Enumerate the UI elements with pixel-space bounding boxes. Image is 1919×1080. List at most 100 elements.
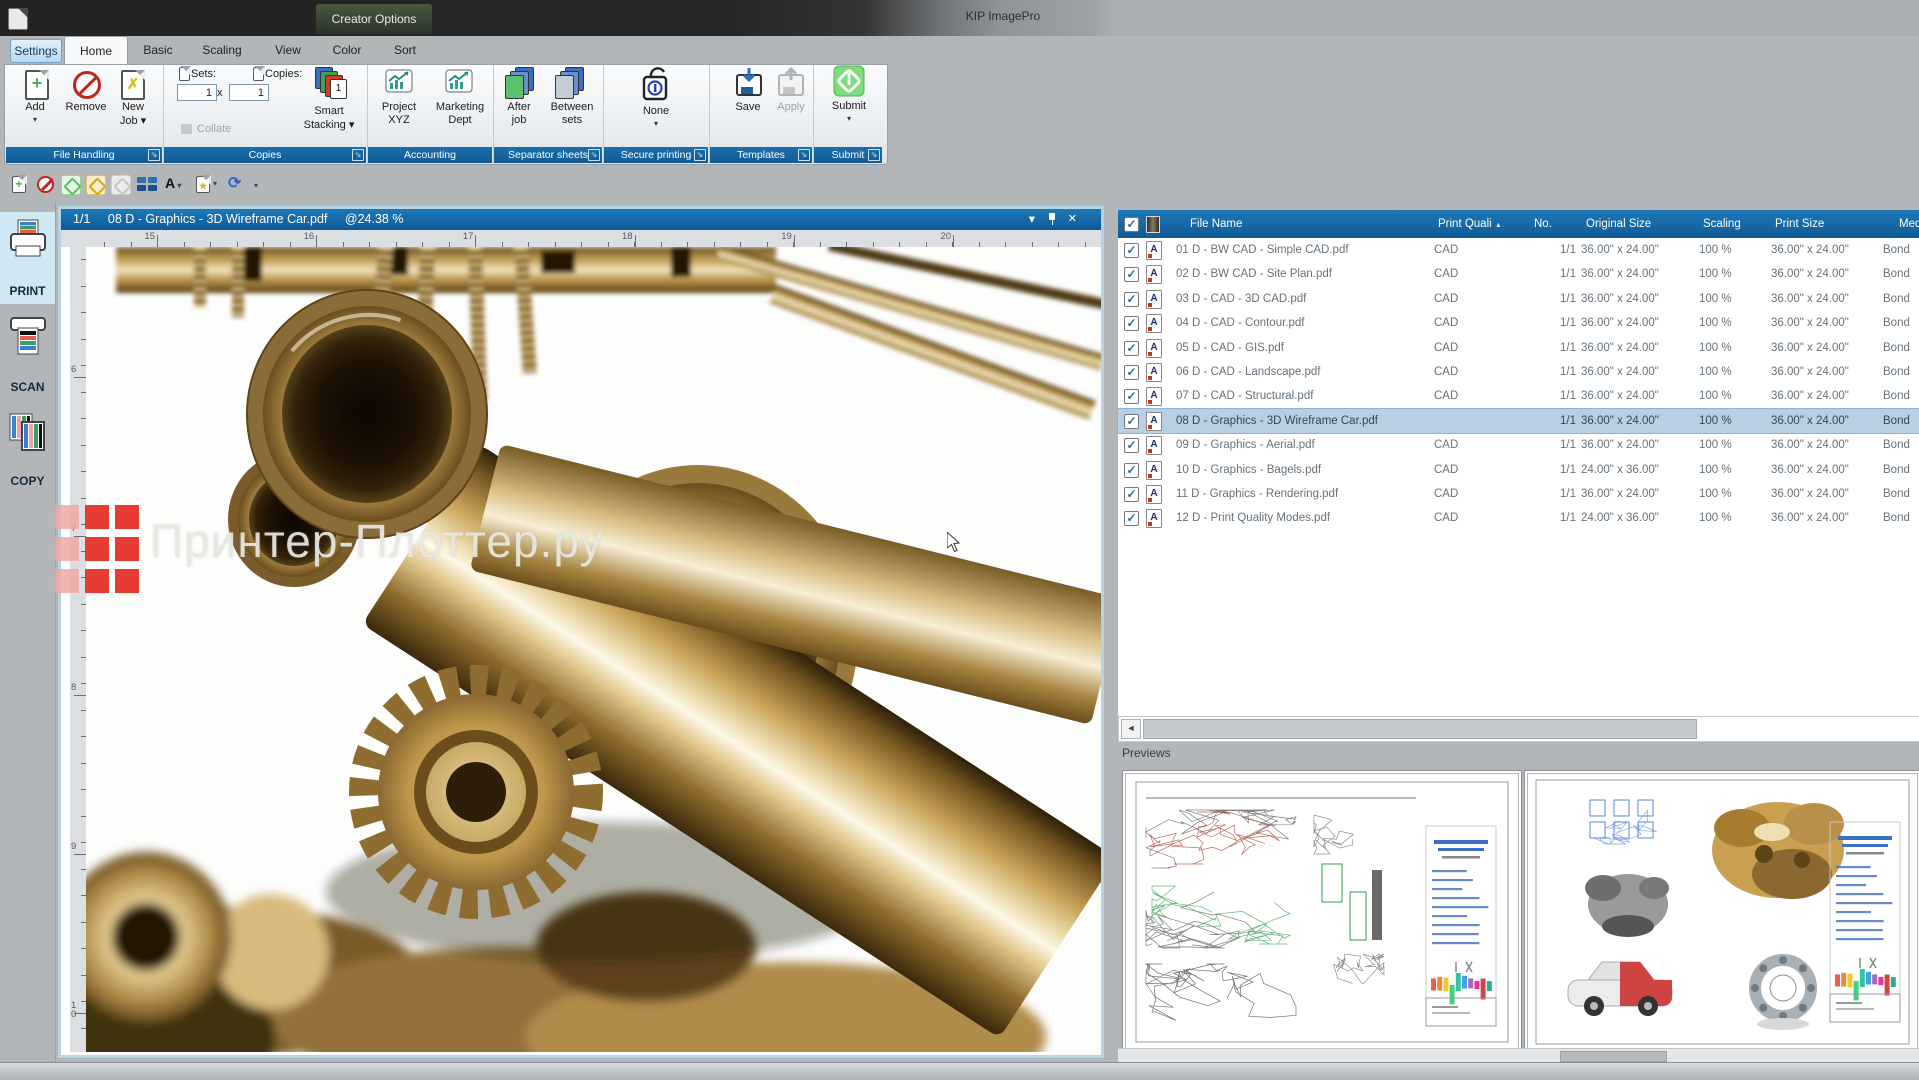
secure-printing-dialog-launcher[interactable]: ⇘: [694, 149, 706, 161]
ruler-v-label: 10: [71, 1001, 80, 1019]
sidebar-item-scan[interactable]: SCAN: [0, 308, 55, 400]
table-row[interactable]: ✓A06 D - CAD - Landscape.pdfCAD1/136.00"…: [1118, 360, 1919, 384]
cell-scaling: 100 %: [1699, 482, 1745, 506]
toolbar-submit-yellow-button[interactable]: [86, 175, 106, 195]
preview-file-name: 08 D - Graphics - 3D Wireframe Car.pdf: [108, 212, 328, 226]
table-row[interactable]: ✓A08 D - Graphics - 3D Wireframe Car.pdf…: [1118, 409, 1919, 433]
preview-thumbnail-1[interactable]: [1122, 770, 1522, 1054]
row-checkbox[interactable]: ✓: [1124, 487, 1139, 502]
row-checkbox[interactable]: ✓: [1124, 438, 1139, 453]
preview-thumbnail-2[interactable]: [1524, 770, 1919, 1054]
table-row[interactable]: ✓A03 D - CAD - 3D CAD.pdfCAD1/136.00" x …: [1118, 287, 1919, 311]
tab-color[interactable]: Color: [322, 36, 372, 64]
toolbar-template-doc-button[interactable]: ★ ▾: [196, 175, 222, 193]
header-scaling[interactable]: Scaling: [1703, 210, 1741, 238]
cell-media: Bond: [1883, 336, 1919, 360]
group-accounting: Project XYZ Marketing Dept Accounting: [367, 65, 494, 164]
preview-canvas[interactable]: [86, 247, 1101, 1052]
sidebar-item-copy[interactable]: COPY: [0, 402, 55, 494]
group-title-copies: Copies: [164, 147, 366, 163]
group-templates: Save Apply Templates ⇘: [709, 65, 814, 164]
cell-media: Bond: [1883, 409, 1919, 433]
header-file-name[interactable]: File Name: [1190, 210, 1242, 238]
tab-basic[interactable]: Basic: [133, 36, 183, 64]
row-checkbox[interactable]: ✓: [1124, 463, 1139, 478]
preview-close-icon[interactable]: ✕: [1068, 209, 1077, 230]
vertical-ruler: 678910: [70, 247, 87, 1052]
file-table-rows: ✓A01 D - BW CAD - Simple CAD.pdfCAD1/136…: [1118, 238, 1919, 538]
table-row[interactable]: ✓A02 D - BW CAD - Site Plan.pdfCAD1/136.…: [1118, 262, 1919, 286]
table-row[interactable]: ✓A09 D - Graphics - Aerial.pdfCAD1/136.0…: [1118, 433, 1919, 457]
file-handling-dialog-launcher[interactable]: ⇘: [148, 149, 160, 161]
table-row[interactable]: ✓A12 D - Print Quality Modes.pdfCAD1/124…: [1118, 506, 1919, 530]
row-checkbox[interactable]: ✓: [1124, 365, 1139, 380]
pdf-file-icon: A: [1146, 290, 1162, 309]
pdf-file-icon: A: [1146, 314, 1162, 333]
copies-dialog-launcher[interactable]: ⇘: [352, 149, 364, 161]
tab-view[interactable]: View: [266, 36, 310, 64]
collate-stamp-icon: [181, 124, 192, 134]
toolbar-submit-green-button[interactable]: [61, 175, 81, 195]
header-media[interactable]: Medi: [1899, 210, 1919, 238]
cell-name: 08 D - Graphics - 3D Wireframe Car.pdf: [1176, 409, 1426, 433]
copies-input[interactable]: [229, 84, 269, 101]
separator-sheets-dialog-launcher[interactable]: ⇘: [588, 149, 600, 161]
toolbar-remove-button[interactable]: [36, 175, 54, 193]
tab-sort[interactable]: Sort: [385, 36, 425, 64]
preview-title-bar[interactable]: 1/1 08 D - Graphics - 3D Wireframe Car.p…: [61, 209, 1101, 230]
row-checkbox[interactable]: ✓: [1124, 389, 1139, 404]
preview-dropdown-button[interactable]: ▾: [1029, 209, 1035, 230]
sidebar-item-print[interactable]: PRINT: [0, 212, 55, 304]
preview-pin-icon[interactable]: [1047, 213, 1057, 225]
row-checkbox[interactable]: ✓: [1124, 341, 1139, 356]
sets-input[interactable]: [177, 84, 217, 101]
app-icon[interactable]: [8, 8, 28, 30]
ruler-h-label: 20: [939, 231, 951, 242]
table-row[interactable]: ✓A04 D - CAD - Contour.pdfCAD1/136.00" x…: [1118, 311, 1919, 335]
cell-media: Bond: [1883, 287, 1919, 311]
scrollbar-thumb[interactable]: [1143, 719, 1697, 739]
tab-scaling[interactable]: Scaling: [190, 36, 254, 64]
toolbar-refresh-button[interactable]: ⟳: [228, 175, 248, 193]
header-number[interactable]: No.: [1534, 210, 1552, 238]
toolbar-stacking-view-button[interactable]: [137, 175, 159, 193]
cell-media: Bond: [1883, 482, 1919, 506]
header-print-size[interactable]: Print Size: [1775, 210, 1824, 238]
toolbar-add-button[interactable]: +: [10, 175, 28, 193]
templates-dialog-launcher[interactable]: ⇘: [798, 149, 810, 161]
context-tab-creator-options[interactable]: Creator Options: [316, 4, 432, 34]
table-row[interactable]: ✓A05 D - CAD - GIS.pdfCAD1/136.00" x 24.…: [1118, 336, 1919, 360]
previews-scrollbar[interactable]: [1118, 1048, 1919, 1063]
table-row[interactable]: ✓A07 D - CAD - Structural.pdfCAD1/136.00…: [1118, 384, 1919, 408]
tab-settings[interactable]: Settings: [10, 39, 62, 63]
toolbar-font-button[interactable]: A ▾: [165, 175, 191, 193]
row-checkbox[interactable]: ✓: [1124, 267, 1139, 282]
cell-quality: CAD: [1434, 287, 1494, 311]
watermark-square: [85, 505, 109, 529]
row-checkbox[interactable]: ✓: [1124, 414, 1139, 429]
previews-scrollbar-thumb[interactable]: [1560, 1051, 1667, 1062]
table-row[interactable]: ✓A10 D - Graphics - Bagels.pdfCAD1/124.0…: [1118, 458, 1919, 482]
pdf-file-icon: A: [1146, 387, 1162, 406]
cell-media: Bond: [1883, 458, 1919, 482]
cell-no: 1/1: [1548, 506, 1576, 530]
pdf-file-icon: A: [1146, 241, 1162, 260]
table-row[interactable]: ✓A11 D - Graphics - Rendering.pdfCAD1/13…: [1118, 482, 1919, 506]
submit-dialog-launcher[interactable]: ⇘: [868, 149, 880, 161]
toolbar-more-dropdown[interactable]: ▾: [254, 175, 266, 193]
header-original-size[interactable]: Original Size: [1586, 210, 1651, 238]
tab-home[interactable]: Home: [64, 36, 128, 65]
row-checkbox[interactable]: ✓: [1124, 292, 1139, 307]
select-all-checkbox[interactable]: ✓: [1124, 217, 1139, 232]
header-print-quality[interactable]: Print Quali ▲: [1438, 210, 1502, 238]
row-checkbox[interactable]: ✓: [1124, 511, 1139, 526]
row-checkbox[interactable]: ✓: [1124, 243, 1139, 258]
file-table-horizontal-scrollbar[interactable]: ◄: [1118, 716, 1919, 742]
cell-quality: CAD: [1434, 506, 1494, 530]
row-checkbox[interactable]: ✓: [1124, 316, 1139, 331]
scroll-left-arrow[interactable]: ◄: [1121, 719, 1141, 739]
watermark-square: [115, 505, 139, 529]
table-row[interactable]: ✓A01 D - BW CAD - Simple CAD.pdfCAD1/136…: [1118, 238, 1919, 262]
cell-no: 1/1: [1548, 336, 1576, 360]
group-title-secure-printing: Secure printing: [604, 147, 708, 163]
